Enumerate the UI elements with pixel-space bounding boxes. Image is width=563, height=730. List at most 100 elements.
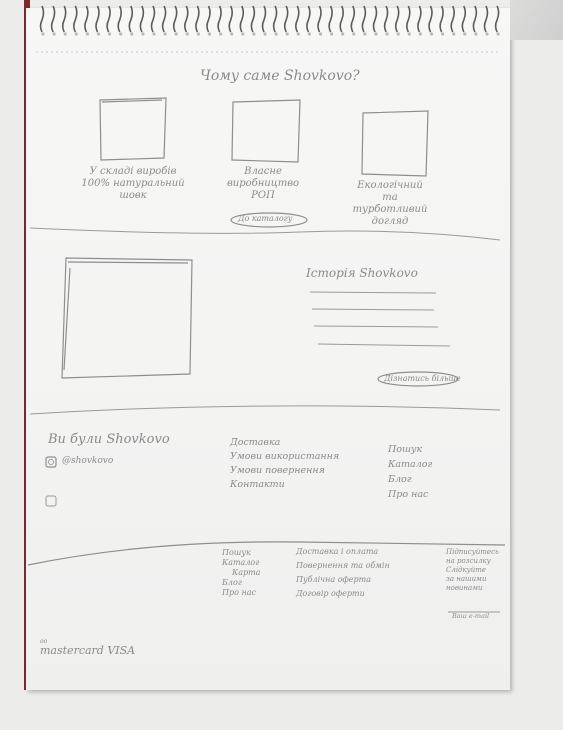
ring-hole bbox=[174, 32, 178, 36]
history-image bbox=[61, 257, 193, 379]
spiral-ring bbox=[383, 5, 389, 33]
spiral-ring bbox=[61, 5, 67, 33]
feature-image-1 bbox=[99, 97, 167, 161]
ring-hole bbox=[407, 32, 411, 36]
footer-divider bbox=[27, 541, 506, 566]
spiral-ring bbox=[73, 5, 78, 33]
social-placeholder-icon bbox=[45, 495, 57, 507]
spiral-ring bbox=[283, 5, 289, 33]
spiral-ring bbox=[494, 5, 500, 33]
spiral-ring bbox=[195, 5, 200, 33]
ring-hole bbox=[96, 32, 101, 36]
ring-hole bbox=[196, 32, 200, 36]
ring-hole bbox=[41, 32, 45, 36]
ring-hole bbox=[119, 32, 123, 36]
more-button[interactable]: Дізнатись більше bbox=[384, 374, 461, 384]
spiral-ring bbox=[461, 5, 467, 33]
spiral-ring bbox=[450, 5, 455, 33]
spiral-ring bbox=[372, 5, 378, 33]
nav-search[interactable]: Пошук bbox=[388, 442, 432, 457]
nav-about[interactable]: Про нас bbox=[388, 487, 432, 502]
feature-image-3 bbox=[361, 110, 429, 177]
ring-hole bbox=[296, 32, 300, 36]
spiral-ring bbox=[150, 5, 156, 33]
ring-hole bbox=[185, 32, 189, 36]
section-divider bbox=[29, 227, 501, 241]
ring-hole bbox=[63, 32, 67, 36]
spiral-ring bbox=[272, 5, 278, 33]
link-returns[interactable]: Умови повернення bbox=[230, 464, 339, 478]
catalog-button[interactable]: До каталогу bbox=[238, 214, 292, 224]
email-field[interactable]: Ваш e-mail bbox=[452, 612, 489, 621]
footer-nav: Пошук Каталог Карта Блог Про нас bbox=[222, 548, 260, 598]
spiral-ring bbox=[161, 5, 167, 33]
spiral-ring bbox=[250, 5, 256, 33]
ring-hole bbox=[152, 32, 156, 36]
ring-hole bbox=[74, 32, 78, 36]
footer-return-exchange[interactable]: Повернення та обмін bbox=[296, 559, 390, 573]
footer-public-offer[interactable]: Публічна оферта bbox=[296, 573, 390, 587]
footer-offer-contract[interactable]: Договір оферти bbox=[296, 587, 390, 601]
ring-hole bbox=[141, 32, 145, 36]
ring-hole bbox=[52, 32, 56, 36]
ring-hole bbox=[274, 32, 278, 36]
ring-hole bbox=[363, 32, 367, 36]
ring-hole bbox=[230, 32, 234, 36]
ring-hole bbox=[385, 32, 389, 36]
ring-hole bbox=[318, 32, 323, 36]
spiral-ring bbox=[472, 5, 478, 33]
link-terms[interactable]: Умови використання bbox=[230, 450, 339, 464]
ring-hole bbox=[474, 32, 478, 36]
ring-hole bbox=[219, 32, 223, 36]
ring-hole bbox=[263, 32, 267, 36]
ring-hole bbox=[307, 32, 311, 36]
spiral-ring bbox=[50, 5, 56, 33]
spiral-binding-rings bbox=[39, 5, 500, 36]
nav-links: Пошук Каталог Блог Про нас bbox=[388, 442, 432, 502]
footer-blog[interactable]: Блог bbox=[222, 578, 260, 588]
footer-delivery-payment[interactable]: Доставка і оплата bbox=[296, 545, 390, 559]
spiral-ring bbox=[328, 5, 333, 33]
spiral-ring bbox=[239, 5, 245, 33]
spiral-ring bbox=[95, 5, 100, 33]
spiral-ring bbox=[439, 5, 444, 33]
spiral-ring bbox=[228, 5, 233, 33]
spiral-ring bbox=[483, 5, 489, 33]
spiral-ring bbox=[217, 5, 222, 33]
ring-hole bbox=[352, 32, 356, 36]
footer-catalog[interactable]: Каталог bbox=[222, 558, 260, 568]
ring-hole bbox=[374, 32, 378, 36]
footer-search[interactable]: Пошук bbox=[222, 548, 260, 558]
footer-about[interactable]: Про нас bbox=[222, 588, 260, 598]
subscribe-text: новинами bbox=[446, 584, 483, 592]
spiral-ring bbox=[317, 5, 322, 33]
nav-blog[interactable]: Блог bbox=[388, 472, 432, 487]
spiral-ring bbox=[428, 5, 433, 33]
ring-hole bbox=[452, 32, 456, 36]
link-contacts[interactable]: Контакти bbox=[230, 478, 339, 492]
feature-image-2 bbox=[231, 99, 301, 163]
ring-hole bbox=[396, 32, 400, 36]
footer-map[interactable]: Карта bbox=[222, 568, 260, 578]
spiral-ring bbox=[117, 5, 122, 33]
info-links: Доставка Умови використання Умови поверн… bbox=[230, 436, 339, 492]
feature-caption-3: Екологічний та турботливий догляд bbox=[352, 180, 428, 227]
ring-hole bbox=[463, 32, 467, 36]
footer-policies: Доставка і оплата Повернення та обмін Пу… bbox=[296, 545, 390, 601]
spiral-ring bbox=[206, 5, 211, 33]
subscribe-text: за нашими bbox=[446, 575, 487, 583]
ring-hole bbox=[496, 32, 500, 36]
why-section-title: Чому саме Shovkovo? bbox=[200, 68, 360, 84]
ring-hole bbox=[163, 32, 167, 36]
spiral-ring bbox=[184, 5, 189, 33]
ring-hole bbox=[108, 32, 112, 36]
history-title: Історія Shovkovo bbox=[306, 266, 418, 280]
link-delivery[interactable]: Доставка bbox=[230, 436, 339, 450]
nav-catalog[interactable]: Каталог bbox=[388, 457, 432, 472]
spiral-ring bbox=[172, 5, 178, 33]
spiral-ring bbox=[350, 5, 356, 33]
spiral-ring bbox=[84, 5, 89, 33]
instagram-handle[interactable]: @shovkovo bbox=[62, 456, 113, 467]
instagram-icon bbox=[45, 456, 57, 468]
ring-hole bbox=[207, 32, 212, 36]
